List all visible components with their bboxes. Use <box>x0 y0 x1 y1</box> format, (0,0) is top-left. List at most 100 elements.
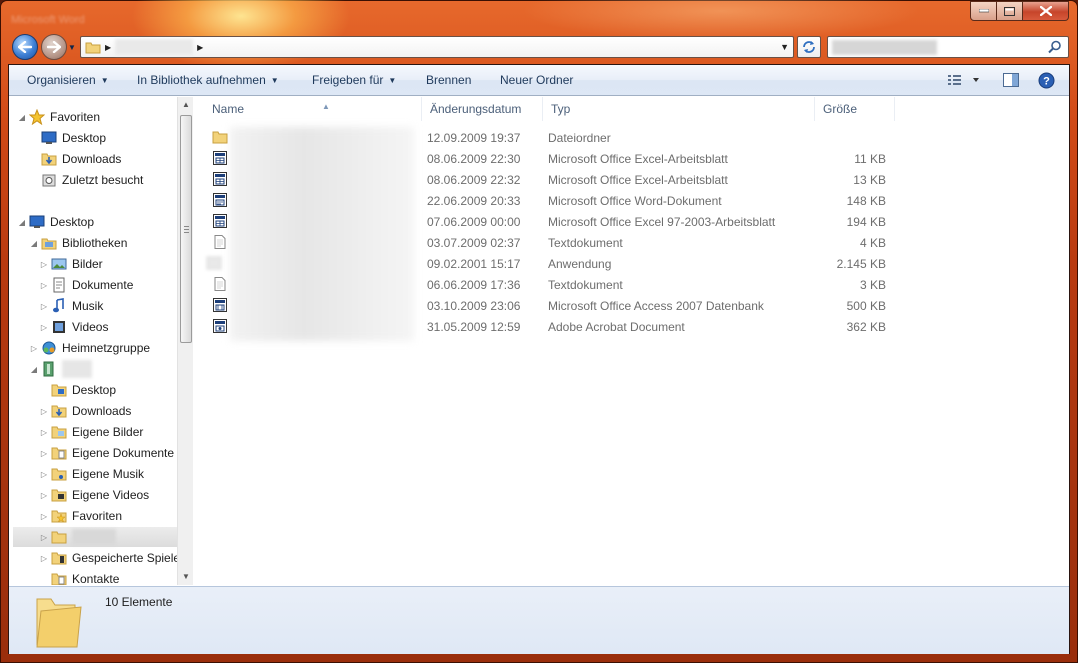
expand-icon[interactable]: ▷ <box>39 554 49 563</box>
include-library-menu[interactable]: In Bibliothek aufnehmen ▼ <box>137 73 279 87</box>
collapse-icon[interactable]: ◢ <box>17 218 27 227</box>
downloads-folder-icon <box>41 153 57 166</box>
expand-icon[interactable]: ▷ <box>39 260 49 269</box>
scroll-up-icon[interactable]: ▲ <box>178 97 194 113</box>
file-type: Microsoft Office Word-Dokument <box>548 194 722 208</box>
nav-item-recent[interactable]: Zuletzt besucht <box>29 170 143 190</box>
file-row[interactable]: 08.06.2009 22:32 Microsoft Office Excel-A… <box>194 169 1069 190</box>
scrollbar-thumb[interactable] <box>180 115 192 343</box>
nav-item-contacts[interactable]: Kontakte <box>39 569 119 585</box>
file-row[interactable]: 07.06.2009 00:00 Microsoft Office Excel 9… <box>194 211 1069 232</box>
search-box[interactable] <box>827 36 1069 58</box>
arrow-right-icon <box>47 41 61 53</box>
expand-icon[interactable]: ▷ <box>29 344 39 353</box>
file-row[interactable]: 06.06.2009 17:36 Textdokument 3 KB <box>194 274 1069 295</box>
star-icon <box>29 109 45 125</box>
nav-item-documents[interactable]: ▷ Dokumente <box>39 275 133 295</box>
nav-item-user-videos[interactable]: ▷ Eigene Videos <box>39 485 149 505</box>
search-text-blurred <box>832 40 937 55</box>
file-row[interactable]: 08.06.2009 22:30 Microsoft Office Excel-A… <box>194 148 1069 169</box>
nav-item-favorites[interactable]: ◢ Favoriten <box>17 107 100 127</box>
nav-item-pictures[interactable]: ▷ Bilder <box>39 254 103 274</box>
navigation-scrollbar[interactable]: ▲ ▼ <box>177 97 193 585</box>
nav-item-fav-desktop[interactable]: Desktop <box>29 128 106 148</box>
pictures-icon <box>51 258 67 270</box>
nav-item-desktop[interactable]: ◢ Desktop <box>17 212 94 232</box>
maximize-button[interactable] <box>997 1 1023 21</box>
close-button[interactable] <box>1023 1 1069 21</box>
expand-icon[interactable]: ▷ <box>39 281 49 290</box>
nav-item-user-desktop[interactable]: Desktop <box>39 380 116 400</box>
help-button[interactable]: ? <box>1038 72 1055 92</box>
expand-icon[interactable]: ▷ <box>39 512 49 521</box>
excel-file-icon <box>213 151 227 165</box>
minimize-button[interactable] <box>970 1 997 21</box>
folder-icon <box>212 131 228 144</box>
file-row[interactable]: 03.10.2009 23:06 Microsoft Office Access … <box>194 295 1069 316</box>
nav-item-user-music[interactable]: ▷ Eigene Musik <box>39 464 144 484</box>
collapse-icon[interactable]: ◢ <box>17 113 27 122</box>
file-row[interactable]: 03.07.2009 02:37 Textdokument 4 KB <box>194 232 1069 253</box>
homegroup-icon <box>42 341 56 355</box>
column-header-modified[interactable]: Änderungsdatum <box>422 97 543 121</box>
nav-item-label: Downloads <box>72 404 132 418</box>
nav-item-label: Zuletzt besucht <box>62 173 144 187</box>
nav-item-homegroup[interactable]: ▷ Heimnetzgruppe <box>29 338 150 358</box>
search-icon[interactable] <box>1048 40 1062 54</box>
breadcrumb-separator-icon[interactable]: ▶ <box>197 43 203 52</box>
file-row[interactable]: 22.06.2009 20:33 Microsoft Office Word-Do… <box>194 190 1069 211</box>
user-folder-icon <box>43 361 54 377</box>
nav-item-saved-games[interactable]: ▷ Gespeicherte Spiele <box>39 548 180 568</box>
nav-item-fav-downloads[interactable]: Downloads <box>29 149 121 169</box>
new-folder-button[interactable]: Neuer Ordner <box>500 73 573 87</box>
nav-item-user-downloads[interactable]: ▷ Downloads <box>39 401 131 421</box>
file-type: Microsoft Office Access 2007 Datenbank <box>548 299 764 313</box>
expand-icon[interactable]: ▷ <box>39 302 49 311</box>
expand-icon[interactable]: ▷ <box>39 470 49 479</box>
expand-icon[interactable]: ▷ <box>39 449 49 458</box>
videos-icon <box>53 321 65 333</box>
burn-button[interactable]: Brennen <box>426 73 471 87</box>
nav-item-user-pictures[interactable]: ▷ Eigene Bilder <box>39 422 143 442</box>
breadcrumb-separator-icon[interactable]: ▶ <box>105 43 111 52</box>
text-file-icon <box>214 235 226 249</box>
refresh-button[interactable] <box>797 36 821 58</box>
expand-icon[interactable]: ▷ <box>39 533 49 542</box>
nav-item-user-favorites[interactable]: ▷ Favoriten <box>39 506 122 526</box>
collapse-icon[interactable]: ◢ <box>29 365 39 374</box>
view-options-button[interactable] <box>947 72 983 91</box>
file-row[interactable]: 09.02.2001 15:17 Anwendung 2.145 KB <box>194 253 1069 274</box>
scroll-down-icon[interactable]: ▼ <box>178 569 194 585</box>
nav-item-music[interactable]: ▷ Musik <box>39 296 103 316</box>
expand-icon[interactable]: ▷ <box>39 428 49 437</box>
collapse-icon[interactable]: ◢ <box>29 239 39 248</box>
nav-item-user-documents[interactable]: ▷ Eigene Dokumente <box>39 443 174 463</box>
back-button[interactable] <box>12 34 38 60</box>
column-header-size[interactable]: Größe <box>815 97 895 121</box>
item-count: 10 Elemente <box>105 595 173 609</box>
expand-icon[interactable]: ▷ <box>39 491 49 500</box>
minimize-icon <box>978 9 989 13</box>
column-header-name[interactable]: ▲ Name <box>204 97 422 121</box>
forward-button[interactable] <box>41 34 67 60</box>
preview-pane-button[interactable] <box>1002 72 1020 91</box>
file-row[interactable]: 31.05.2009 12:59 Adobe Acrobat Document 36… <box>194 316 1069 337</box>
excel-file-icon <box>213 172 227 186</box>
share-menu[interactable]: Freigeben für ▼ <box>312 73 396 87</box>
file-modified: 08.06.2009 22:32 <box>427 173 521 187</box>
expand-icon[interactable]: ▷ <box>39 407 49 416</box>
nav-item-user[interactable]: ◢ <box>29 359 92 379</box>
address-bar[interactable]: ▶ ▶ ▼ <box>80 36 794 58</box>
nav-item-videos[interactable]: ▷ Videos <box>39 317 109 337</box>
expand-icon[interactable]: ▷ <box>39 323 49 332</box>
documents-icon <box>53 277 65 293</box>
breadcrumb-user-blurred[interactable] <box>115 39 194 55</box>
nav-item-selected-blurred[interactable]: ▷ <box>13 527 177 547</box>
organize-menu[interactable]: Organisieren ▼ <box>27 73 109 87</box>
column-header-type[interactable]: Typ <box>543 97 815 121</box>
nav-item-libraries[interactable]: ◢ Bibliotheken <box>29 233 127 253</box>
file-row[interactable]: 12.09.2009 19:37 Dateiordner <box>194 127 1069 148</box>
address-dropdown-icon[interactable]: ▼ <box>780 42 789 52</box>
command-bar: Organisieren ▼ In Bibliothek aufnehmen ▼ F… <box>9 65 1069 96</box>
recent-pages-dropdown[interactable]: ▼ <box>68 43 76 52</box>
